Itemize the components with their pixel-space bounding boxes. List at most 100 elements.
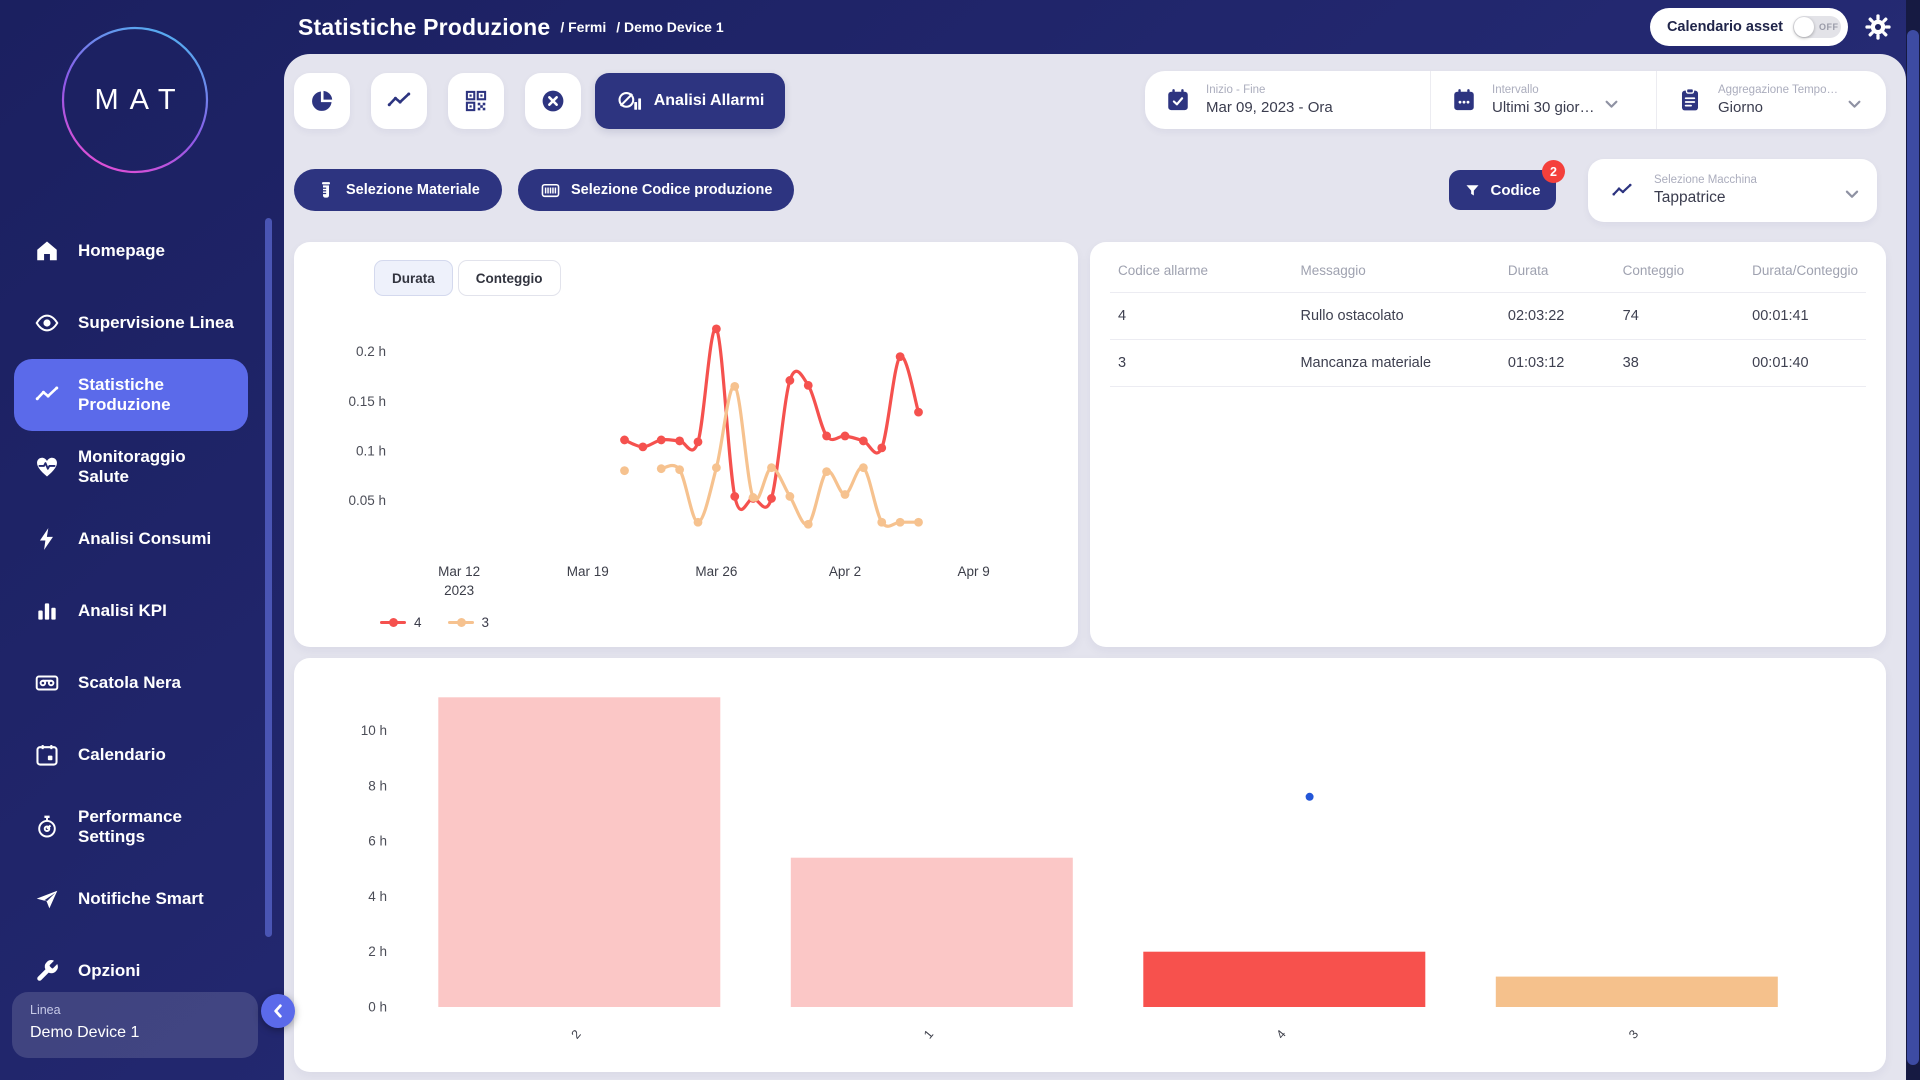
sidebar-item-notifiche-smart[interactable]: Notifiche Smart [0, 863, 270, 935]
table-cell: 00:01:40 [1744, 340, 1866, 387]
pie-chart-button[interactable] [294, 73, 350, 129]
svg-text:0.15 h: 0.15 h [348, 394, 386, 409]
legend-swatch [380, 621, 406, 624]
alarm-table: Codice allarmeMessaggioDurataConteggioDu… [1110, 242, 1866, 387]
sidebar-item-statistiche-produzione[interactable]: Statistiche Produzione [14, 359, 248, 431]
sidebar-item-analisi-kpi[interactable]: Analisi KPI [0, 575, 270, 647]
table-row[interactable]: 3Mancanza materiale01:03:123800:01:40 [1110, 340, 1866, 387]
sidebar-item-homepage[interactable]: Homepage [0, 215, 270, 287]
table-cell: 3 [1110, 340, 1292, 387]
calendar-asset-switch[interactable]: OFF [1793, 16, 1841, 38]
line-selector-card[interactable]: Linea Demo Device 1 [12, 992, 258, 1058]
trend-tabs: Durata Conteggio [374, 260, 1078, 296]
sidebar-item-scatola-nera[interactable]: Scatola Nera [0, 647, 270, 719]
machine-trend-icon [1610, 180, 1634, 202]
bar-code-1[interactable] [791, 858, 1073, 1007]
legend-item-series-3[interactable]: 3 [448, 615, 490, 630]
trend-line-icon [386, 88, 412, 114]
chevron-left-icon [273, 1004, 283, 1018]
table-cell: Mancanza materiale [1292, 340, 1499, 387]
alarm-analysis-icon [616, 89, 643, 114]
sidebar-scrollbar[interactable] [265, 218, 272, 937]
x-circle-icon [540, 88, 566, 114]
column-header[interactable]: Durata [1500, 242, 1615, 293]
toggle-knob [1794, 17, 1814, 37]
pie-chart-icon [309, 88, 335, 114]
svg-text:0 h: 0 h [368, 1000, 387, 1015]
alarm-analysis-button[interactable]: Analisi Allarmi [595, 73, 785, 129]
clipboard-icon [1677, 87, 1703, 113]
cassette-icon [34, 670, 60, 696]
bar-code-4[interactable] [1143, 952, 1425, 1007]
header: Statistiche Produzione / Fermi / Demo De… [270, 0, 1906, 54]
bar-code-2[interactable] [438, 697, 720, 1007]
table-cell: 00:01:41 [1744, 293, 1866, 340]
column-header[interactable]: Conteggio [1615, 242, 1745, 293]
sidebar-item-label: Scatola Nera [78, 673, 181, 693]
table-cell: 02:03:22 [1500, 293, 1615, 340]
sidebar-item-analisi-consumi[interactable]: Analisi Consumi [0, 503, 270, 575]
app-screen: MAT HomepageSupervisione LineaStatistich… [0, 0, 1920, 1080]
sidebar-item-supervisione-linea[interactable]: Supervisione Linea [0, 287, 270, 359]
control-value: Giorno [1718, 99, 1838, 116]
trend-line-icon [34, 382, 60, 408]
filter-funnel-icon [1464, 182, 1481, 199]
sidebar-item-monitoraggio-salute[interactable]: Monitoraggio Salute [0, 431, 270, 503]
svg-text:0.1 h: 0.1 h [356, 443, 386, 458]
control-label: Inizio - Fine [1206, 84, 1333, 96]
svg-text:Apr 9: Apr 9 [957, 564, 989, 579]
paper-plane-icon [34, 886, 60, 912]
mat-logo: MAT [60, 25, 210, 175]
breadcrumb-device: / Demo Device 1 [616, 19, 723, 35]
bar-code-3[interactable] [1496, 977, 1778, 1007]
x-circle-button[interactable] [525, 73, 581, 129]
alarm-trend-line-chart[interactable]: 0.05 h0.1 h0.15 h0.2 hMar 122023Mar 19Ma… [294, 296, 1054, 608]
sidebar-item-performance-settings[interactable]: Performance Settings [0, 791, 270, 863]
svg-text:8 h: 8 h [368, 778, 387, 793]
control-aggregazione-tempo[interactable]: Aggregazione Tempo… Giorno [1656, 71, 1886, 129]
sidebar-collapse-button[interactable] [261, 994, 295, 1028]
qr-code-button[interactable] [448, 73, 504, 129]
sidebar-item-label: Analisi Consumi [78, 529, 211, 549]
material-selection-button[interactable]: Selezione Materiale [294, 169, 502, 211]
machine-select-label: Selezione Macchina [1654, 174, 1845, 186]
breadcrumb-fermi: / Fermi [560, 19, 606, 35]
svg-text:Mar 19: Mar 19 [567, 564, 609, 579]
column-header[interactable]: Durata/Conteggio [1744, 242, 1866, 293]
table-row[interactable]: 4Rullo ostacolato02:03:227400:01:41 [1110, 293, 1866, 340]
control-inizio-fine[interactable]: Inizio - FineMar 09, 2023 - Ora [1145, 71, 1430, 129]
sidebar-item-label: Calendario [78, 745, 166, 765]
legend-item-series-4[interactable]: 4 [380, 615, 422, 630]
column-header[interactable]: Codice allarme [1110, 242, 1292, 293]
sidebar-item-calendario[interactable]: Calendario [0, 719, 270, 791]
page-scrollbar-thumb[interactable] [1907, 30, 1919, 1065]
sidebar-nav: HomepageSupervisione LineaStatistiche Pr… [0, 215, 270, 1007]
alarm-duration-bar-chart[interactable]: 0 h2 h4 h6 h8 h10 h2143 [308, 663, 1868, 1063]
alarm-duration-bar-card: 0 h2 h4 h6 h8 h10 h2143 [294, 658, 1886, 1072]
svg-text:3: 3 [1626, 1027, 1641, 1041]
machine-select[interactable]: Selezione Macchina Tappatrice [1588, 159, 1877, 222]
trend-line-button[interactable] [371, 73, 427, 129]
legend-swatch [448, 621, 474, 624]
home-icon [34, 238, 60, 264]
production-code-selection-button[interactable]: Selezione Codice produzione [518, 169, 794, 211]
svg-text:Mar 26: Mar 26 [695, 564, 737, 579]
tab-conteggio[interactable]: Conteggio [458, 260, 561, 296]
control-label: Aggregazione Tempo… [1718, 84, 1838, 96]
material-selection-label: Selezione Materiale [346, 182, 480, 198]
column-header[interactable]: Messaggio [1292, 242, 1499, 293]
tab-durata[interactable]: Durata [374, 260, 453, 296]
stopwatch-icon [34, 814, 60, 840]
control-intervallo[interactable]: IntervalloUltimi 30 gior… [1430, 71, 1656, 129]
alarm-trend-card: Durata Conteggio 0.05 h0.1 h0.15 h0.2 hM… [294, 242, 1078, 647]
table-cell: 01:03:12 [1500, 340, 1615, 387]
toggle-state-label: OFF [1819, 22, 1839, 32]
table-cell: 74 [1615, 293, 1745, 340]
settings-gear-button[interactable] [1864, 13, 1892, 41]
code-filter-button[interactable]: Codice 2 [1449, 170, 1556, 210]
line-label: Linea [30, 1003, 240, 1017]
machine-select-value: Tappatrice [1654, 189, 1845, 207]
calendar-asset-toggle-pill[interactable]: Calendario asset OFF [1650, 8, 1848, 46]
code-filter-badge: 2 [1542, 160, 1565, 183]
svg-text:1: 1 [921, 1027, 936, 1041]
